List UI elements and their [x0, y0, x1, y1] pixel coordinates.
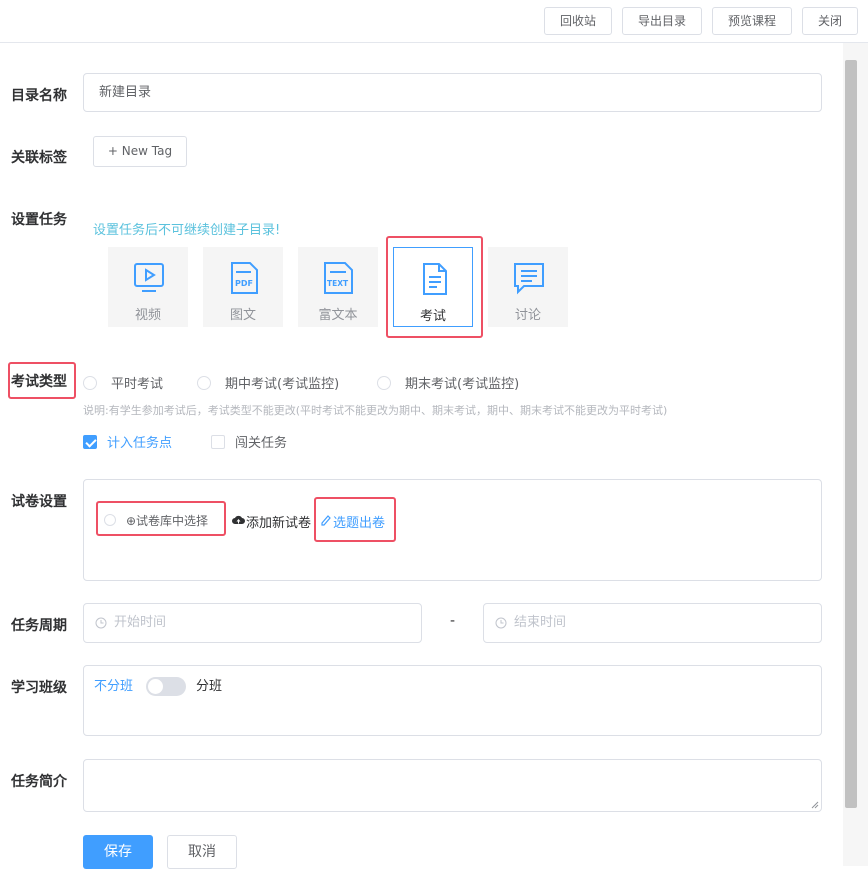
- scrollbar-thumb[interactable]: [845, 60, 857, 808]
- paper-bank-button[interactable]: ⊕试卷库中选择: [126, 512, 208, 529]
- radio-circle[interactable]: [197, 375, 211, 390]
- discussion-icon: [514, 263, 544, 295]
- radio-label: 平时考试: [111, 377, 164, 392]
- start-time-placeholder: 开始时间: [114, 615, 167, 630]
- recycle-bin-button[interactable]: 回收站: [544, 7, 612, 35]
- paper-label: 试卷设置: [11, 494, 67, 510]
- class-label: 学习班级: [11, 680, 67, 696]
- end-time-input[interactable]: 结束时间: [483, 603, 822, 643]
- class-box: [83, 665, 822, 736]
- task-card-label: 富文本: [318, 308, 358, 323]
- cloud-upload-icon: [232, 515, 245, 524]
- export-directory-button[interactable]: 导出目录: [622, 7, 702, 35]
- task-card-label: 视频: [134, 308, 161, 323]
- intro-label: 任务简介: [11, 774, 67, 790]
- clock-icon: [495, 617, 507, 629]
- tag-label: 关联标签: [11, 150, 67, 166]
- task-card-label: 图文: [229, 308, 256, 323]
- radio-circle[interactable]: [83, 375, 97, 390]
- task-hint: 设置任务后不可继续创建子目录!: [93, 223, 281, 238]
- task-card-pdf[interactable]: PDF 图文: [203, 247, 283, 327]
- start-time-input[interactable]: 开始时间: [83, 603, 422, 643]
- save-button[interactable]: 保存: [83, 835, 153, 869]
- task-card-label: 考试: [419, 309, 446, 324]
- svg-text:TEXT: TEXT: [327, 279, 349, 288]
- video-icon: [134, 263, 164, 292]
- radio-circle[interactable]: [377, 375, 391, 390]
- exam-icon: [423, 263, 447, 295]
- count-task-checkbox[interactable]: 计入任务点: [83, 432, 172, 451]
- checkbox-box[interactable]: [211, 434, 225, 449]
- resize-handle-icon[interactable]: [811, 801, 819, 809]
- paper-setting-box: [83, 479, 822, 581]
- gate-task-checkbox[interactable]: 闯关任务: [211, 432, 287, 451]
- pick-questions-button[interactable]: 选题出卷: [333, 512, 385, 531]
- exam-type-label: 考试类型: [11, 374, 67, 390]
- preview-course-button[interactable]: 预览课程: [712, 7, 792, 35]
- exam-type-radio-regular[interactable]: 平时考试: [83, 373, 163, 392]
- period-label: 任务周期: [11, 618, 67, 634]
- edit-icon: [321, 515, 331, 526]
- task-card-richtext[interactable]: TEXT 富文本: [298, 247, 378, 327]
- clock-icon: [95, 617, 107, 629]
- task-label: 设置任务: [11, 212, 67, 228]
- class-split-toggle[interactable]: [146, 677, 186, 696]
- radio-label: 期中考试(考试监控): [225, 377, 340, 392]
- text-icon: TEXT: [324, 262, 353, 294]
- task-card-discussion[interactable]: 讨论: [488, 247, 568, 327]
- new-tag-button[interactable]: + New Tag: [93, 136, 187, 167]
- top-toolbar: 回收站 导出目录 预览课程 关闭: [0, 0, 868, 43]
- checkbox-label: 闯关任务: [235, 436, 288, 451]
- exam-type-note: 说明:有学生参加考试后，考试类型不能更改(平时考试不能更改为期中、期末考试，期中…: [83, 404, 668, 417]
- task-card-video[interactable]: 视频: [108, 247, 188, 327]
- exam-type-radio-final[interactable]: 期末考试(考试监控): [377, 373, 519, 392]
- close-button[interactable]: 关闭: [802, 7, 858, 35]
- paper-bank-radio[interactable]: [104, 514, 116, 526]
- dir-name-value: 新建目录: [99, 85, 152, 100]
- split-class-label[interactable]: 分班: [196, 675, 222, 694]
- exam-type-radio-midterm[interactable]: 期中考试(考试监控): [197, 373, 339, 392]
- pdf-icon: PDF: [231, 262, 258, 294]
- period-separator: -: [450, 613, 456, 629]
- checkbox-box[interactable]: [83, 434, 97, 449]
- task-card-label: 讨论: [514, 308, 541, 323]
- dir-name-input[interactable]: 新建目录: [83, 73, 822, 112]
- radio-label: 期末考试(考试监控): [405, 377, 520, 392]
- no-split-class-label[interactable]: 不分班: [94, 675, 133, 694]
- svg-text:PDF: PDF: [235, 279, 253, 288]
- add-new-paper-button[interactable]: 添加新试卷: [246, 512, 311, 531]
- end-time-placeholder: 结束时间: [514, 615, 567, 630]
- cancel-button[interactable]: 取消: [167, 835, 237, 869]
- dir-name-label: 目录名称: [11, 88, 67, 104]
- task-card-exam[interactable]: 考试: [393, 247, 473, 327]
- intro-textarea[interactable]: [83, 759, 822, 812]
- checkbox-label: 计入任务点: [107, 436, 173, 451]
